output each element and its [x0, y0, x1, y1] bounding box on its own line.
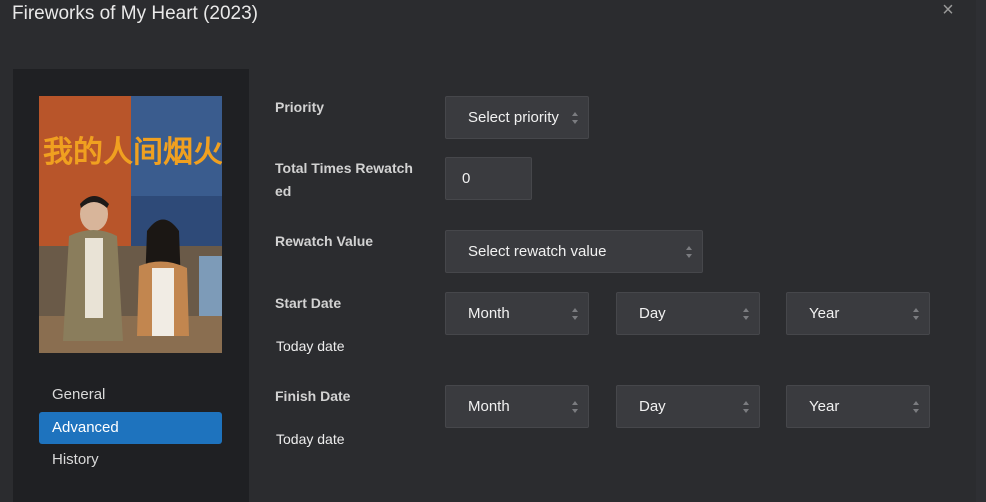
start-year-select[interactable]: Year: [786, 292, 930, 335]
poster-image: 我的人间烟火: [39, 96, 222, 353]
rewatch-value-select[interactable]: Select rewatch value: [445, 230, 703, 273]
sidebar-item-general[interactable]: General: [39, 379, 222, 411]
finish-month-value: Month: [468, 398, 510, 415]
advanced-form: Priority Select priority Total Times Rew…: [249, 69, 976, 502]
select-arrows-icon: [685, 244, 693, 260]
modal-title: Fireworks of My Heart (2023): [12, 3, 259, 24]
select-arrows-icon: [742, 399, 750, 415]
rewatched-label-line1: Total Times Rewatch: [275, 160, 413, 176]
finish-month-select[interactable]: Month: [445, 385, 589, 428]
start-day-value: Day: [639, 305, 666, 322]
rewatch-value-select-value: Select rewatch value: [468, 243, 607, 260]
finish-year-value: Year: [809, 398, 840, 415]
start-today-link[interactable]: Today date: [276, 337, 345, 355]
modal-dialog: Fireworks of My Heart (2023) × 我的人间烟火 Ge…: [0, 0, 976, 502]
finish-date-label: Finish Date: [275, 388, 351, 404]
sidebar-item-advanced[interactable]: Advanced: [39, 412, 222, 444]
sidebar-item-history[interactable]: History: [39, 444, 222, 476]
select-arrows-icon: [571, 306, 579, 322]
start-year-value: Year: [809, 305, 840, 322]
sidebar: 我的人间烟火 General Advanced History: [13, 69, 249, 502]
priority-label: Priority: [275, 99, 325, 115]
select-arrows-icon: [571, 399, 579, 415]
page-edge: [976, 0, 986, 502]
start-month-select[interactable]: Month: [445, 292, 589, 335]
finish-day-value: Day: [639, 398, 666, 415]
start-date-label: Start Date: [275, 295, 342, 311]
priority-select[interactable]: Select priority: [445, 96, 589, 139]
finish-today-link[interactable]: Today date: [276, 430, 345, 448]
select-arrows-icon: [742, 306, 750, 322]
start-day-select[interactable]: Day: [616, 292, 760, 335]
select-arrows-icon: [571, 110, 579, 126]
finish-year-select[interactable]: Year: [786, 385, 930, 428]
select-arrows-icon: [912, 306, 920, 322]
select-arrows-icon: [912, 399, 920, 415]
priority-select-value: Select priority: [468, 109, 559, 126]
rewatched-label-line2: ed: [275, 183, 292, 199]
rewatch-value-label: Rewatch Value: [275, 233, 374, 249]
rewatched-count-input[interactable]: 0: [445, 157, 532, 200]
close-icon[interactable]: ×: [938, 0, 958, 20]
start-month-value: Month: [468, 305, 510, 322]
poster-artwork: 我的人间烟火: [39, 96, 222, 353]
finish-day-select[interactable]: Day: [616, 385, 760, 428]
poster-title-text: 我的人间烟火: [43, 135, 222, 170]
